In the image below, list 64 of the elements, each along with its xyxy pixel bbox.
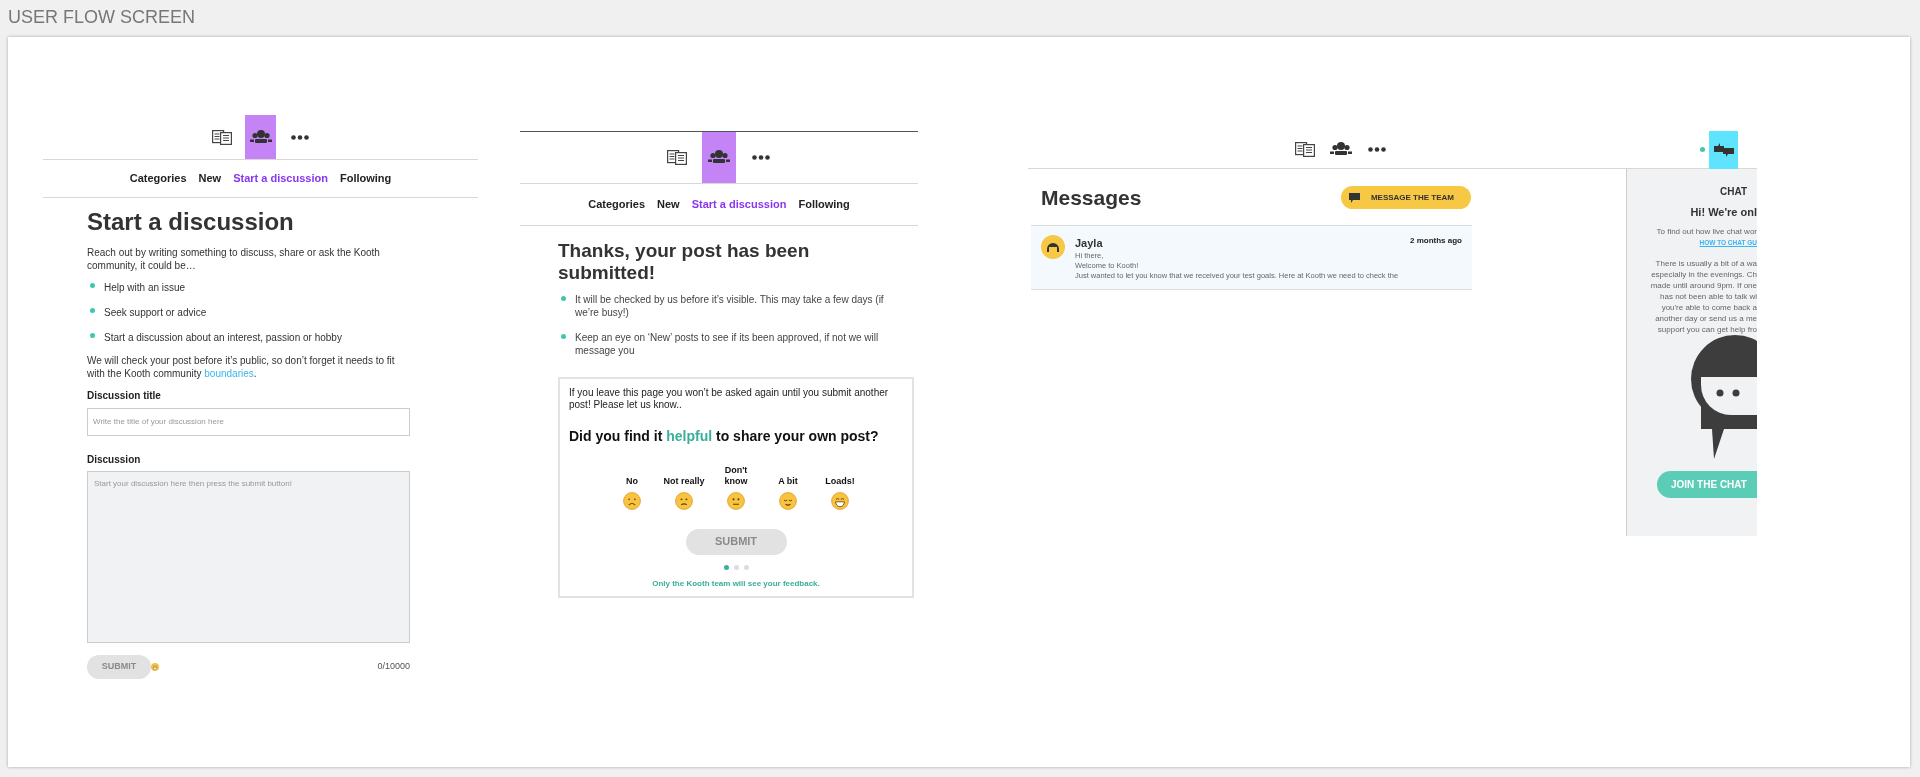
grinning-face-icon bbox=[831, 491, 849, 510]
message-time: 2 months ago bbox=[1410, 234, 1462, 247]
nav-link[interactable]: Following bbox=[339, 170, 392, 187]
sender-name: Jayla bbox=[1075, 235, 1103, 251]
document-icon bbox=[211, 129, 232, 145]
rating-option[interactable]: Don't know bbox=[714, 464, 758, 510]
intro-text: Reach out by writing something to discuss, share or ask the Kooth community, it could be… bbox=[87, 245, 381, 272]
confused-face-icon bbox=[675, 491, 693, 510]
nav-link[interactable]: Categories bbox=[129, 170, 187, 187]
chat-text-line: support you can get help fro bbox=[1657, 324, 1757, 336]
title-input[interactable]: Write the title of your discussion here bbox=[87, 407, 410, 436]
people-icon bbox=[707, 150, 731, 165]
list-item: Help with an issue bbox=[104, 280, 186, 295]
smiley-icon bbox=[151, 662, 159, 671]
nav-link[interactable]: Categories bbox=[588, 196, 646, 213]
list-item: Start a discussion about an interest, passion or hobby bbox=[104, 330, 342, 345]
chat-intro: To find out how live chat wor bbox=[1656, 225, 1757, 238]
nav-link[interactable]: New bbox=[198, 170, 222, 187]
nav-link[interactable]: Following bbox=[798, 196, 850, 213]
more-icon bbox=[290, 134, 309, 140]
speech-bubbles-icon bbox=[1713, 142, 1734, 157]
feedback-question: Did you find it helpful to share your own post? bbox=[569, 426, 880, 446]
chat-greeting: Hi! We're onl bbox=[1690, 205, 1757, 220]
rating-option[interactable]: A bit bbox=[766, 464, 810, 510]
page-heading: Thanks, your post has been submitted! bbox=[558, 239, 811, 284]
sad-face-icon bbox=[623, 491, 641, 510]
chat-text-line: There is usually a bit of a wa bbox=[1655, 258, 1757, 270]
message-team-button[interactable]: MESSAGE THE TEAM bbox=[1341, 186, 1471, 210]
nav-link[interactable]: Start a discussion bbox=[233, 170, 328, 187]
people-icon bbox=[1329, 142, 1353, 157]
chat-heading: CHAT bbox=[1719, 185, 1747, 199]
chat-text-line: another day or send us a me bbox=[1655, 313, 1757, 325]
more-icon bbox=[752, 155, 770, 160]
nav-link[interactable]: New bbox=[657, 196, 680, 213]
document-icon bbox=[667, 150, 687, 165]
board-title: USER FLOW SCREEN bbox=[8, 6, 197, 29]
page-heading: Start a discussion bbox=[87, 206, 295, 237]
footer-note: Only the Kooth team will see your feedback. bbox=[651, 577, 821, 590]
neutral-face-icon bbox=[727, 491, 745, 510]
card-intro-text: If you leave this page you won’t be asked again until you submit another post! Please let us know.. bbox=[569, 386, 890, 411]
relieved-face-icon bbox=[779, 491, 797, 510]
chat-text-line: especially in the evenings. Ch bbox=[1651, 269, 1757, 281]
more-icon bbox=[1368, 147, 1386, 152]
nav-tab[interactable] bbox=[1709, 130, 1738, 169]
rating-option[interactable]: Loads! bbox=[818, 464, 862, 510]
list-item: Seek support or advice bbox=[104, 305, 207, 320]
chat-text-line: made until around 9pm. If one bbox=[1650, 280, 1757, 292]
discussion-textarea[interactable]: Start your discussion here then press the submit button! bbox=[87, 470, 410, 643]
field-label: Discussion title bbox=[87, 388, 162, 403]
chat-text-line: you're able to come back a bbox=[1661, 302, 1757, 314]
rating-option[interactable]: Not really bbox=[662, 464, 706, 510]
speech-bubble-icon bbox=[1349, 192, 1360, 203]
avatar-icon bbox=[1041, 234, 1065, 259]
list-item: Keep an eye on ‘New’ posts to see if its been approved, if not we will message you bbox=[575, 330, 880, 357]
note-text: We will check your post before it’s public, so don’t forget it needs to fit with the Kooth community boundaries. bbox=[87, 353, 396, 380]
list-item: It will be checked by us before it’s visible. This may take a few days (if we’re busy!) bbox=[575, 292, 885, 319]
chat-text-line: has not been able to talk wi bbox=[1660, 291, 1757, 303]
people-icon bbox=[248, 129, 273, 145]
character-counter: 0/10000 bbox=[377, 659, 410, 673]
rating-option[interactable]: No bbox=[610, 464, 654, 510]
nav-link[interactable]: Start a discussion bbox=[691, 196, 787, 213]
field-label: Discussion bbox=[87, 452, 142, 467]
page-heading: Messages bbox=[1041, 185, 1142, 211]
document-icon bbox=[1295, 142, 1315, 157]
